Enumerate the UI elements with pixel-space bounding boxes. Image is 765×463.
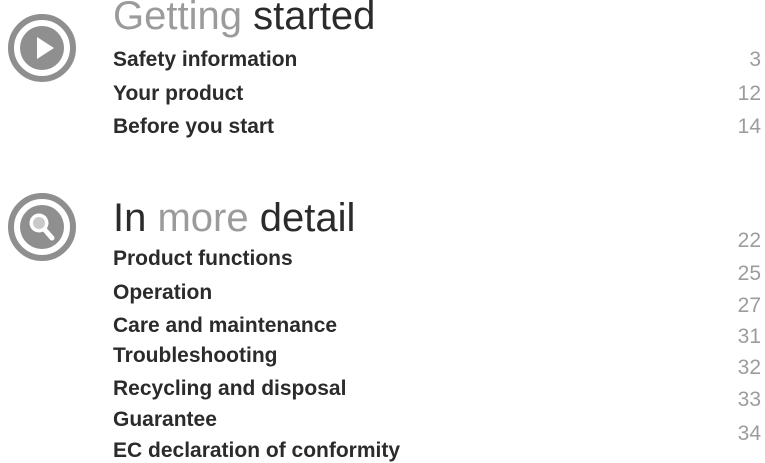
toc-entry-page: 3 xyxy=(749,48,761,71)
toc-entry-title[interactable]: EC declaration of conformity xyxy=(113,439,400,463)
magnifier-icon xyxy=(8,193,76,261)
toc-entry-title[interactable]: Recycling and disposal xyxy=(113,377,346,401)
toc-entry-title[interactable]: Guarantee xyxy=(113,408,217,432)
toc-entry-page: 31 xyxy=(737,325,761,348)
toc-entry-title[interactable]: Your product xyxy=(113,82,243,106)
heading-word: In xyxy=(113,196,147,240)
play-icon xyxy=(8,14,76,82)
heading-word: more xyxy=(157,196,249,240)
toc-entry-title[interactable]: Troubleshooting xyxy=(113,344,277,368)
toc-entry-page: 12 xyxy=(737,82,761,105)
section-heading-getting-started: Getting started xyxy=(113,0,375,36)
toc-entry-page: 34 xyxy=(737,422,761,445)
toc-entry-title[interactable]: Operation xyxy=(113,281,212,305)
toc-entry-page: 14 xyxy=(737,115,761,138)
toc-entry-page: 27 xyxy=(737,294,761,317)
toc-entry-page: 25 xyxy=(737,262,761,285)
heading-word: detail xyxy=(259,196,356,240)
toc-entry-title[interactable]: Product functions xyxy=(113,247,293,271)
toc-entry-title[interactable]: Care and maintenance xyxy=(113,314,337,338)
toc-entry-page: 32 xyxy=(737,356,761,379)
toc-entry-page: 33 xyxy=(737,388,761,411)
toc-entry-title[interactable]: Before you start xyxy=(113,115,274,139)
toc-entry-page: 22 xyxy=(737,229,761,252)
heading-word: Getting xyxy=(113,0,242,38)
toc-entry-title[interactable]: Safety information xyxy=(113,48,297,72)
heading-word: started xyxy=(253,0,376,38)
section-heading-in-more-detail: In more detail xyxy=(113,198,355,238)
